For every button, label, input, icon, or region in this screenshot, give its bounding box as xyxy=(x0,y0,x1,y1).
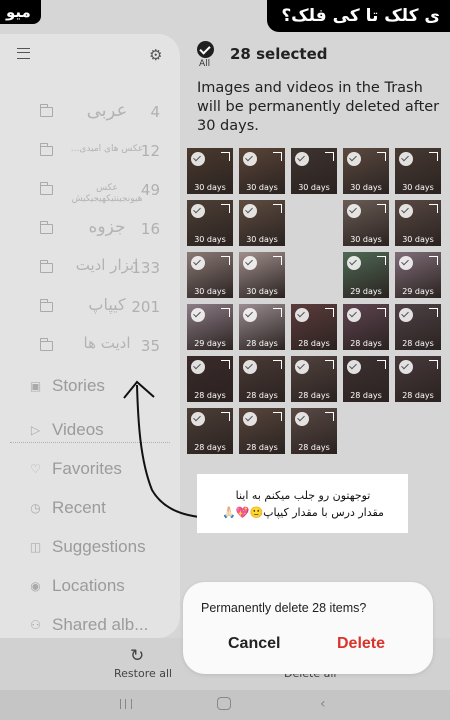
annotation-line-1: توجهتون رو جلب میکنم به اینا xyxy=(235,489,371,502)
annotation-box: توجهتون رو جلب میکنم به اینا مقدار درس ب… xyxy=(197,474,408,533)
hand-drawn-arrow xyxy=(123,380,321,520)
caption-left: میو xyxy=(0,0,41,24)
annotation-text: توجهتون رو جلب میکنم به اینا مقدار درس ب… xyxy=(205,487,401,521)
annotation-line-2: مقدار درس با مقدار کیپاپ🙂💖🙏🏻 xyxy=(222,506,384,519)
caption-right: ی کلک تا کی فلک؟ xyxy=(267,0,450,32)
